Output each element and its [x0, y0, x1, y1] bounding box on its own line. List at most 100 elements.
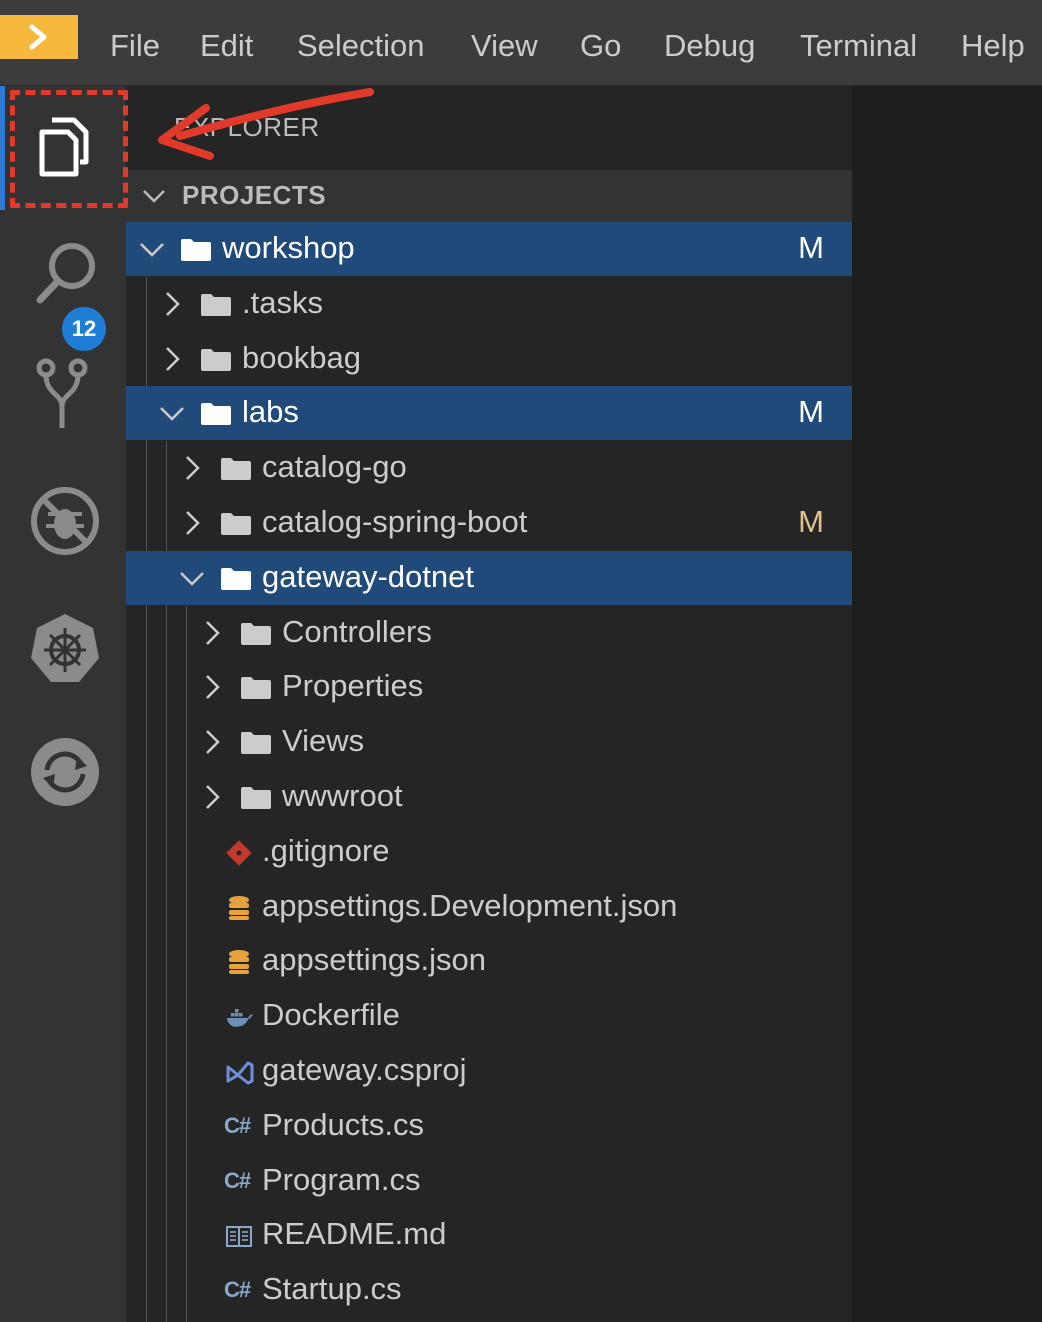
tree-item-label: .gitignore — [262, 832, 390, 868]
tree-item-label: Properties — [282, 668, 424, 704]
menu-selection[interactable]: Selection — [297, 24, 425, 68]
chevron-right-icon[interactable] — [160, 346, 184, 372]
activity-source-control[interactable] — [0, 346, 126, 456]
tree-file-row[interactable]: README.md — [126, 1208, 852, 1262]
csharp-icon: C# — [224, 1112, 251, 1138]
tree-file-row[interactable]: C# Startup.cs — [126, 1263, 852, 1317]
tree-folder-row[interactable]: bookbag — [126, 332, 852, 386]
chevron-down-icon — [143, 190, 165, 203]
git-icon — [226, 840, 252, 866]
tree-folder-row[interactable]: Properties — [126, 660, 852, 714]
chevron-right-icon[interactable] — [160, 291, 184, 317]
tree-file-row[interactable]: C# Products.cs — [126, 1099, 852, 1153]
tree-folder-row[interactable]: catalog-spring-boot M — [126, 496, 852, 550]
activity-search[interactable] — [0, 218, 126, 328]
kubernetes-icon — [31, 614, 99, 682]
tree-folder-row[interactable]: gateway-dotnet — [126, 550, 852, 605]
chevron-right-icon[interactable] — [200, 784, 224, 810]
tree-folder-row[interactable]: workshop M — [126, 222, 852, 276]
explorer-sidebar: EXPLORER PROJECTS workshop M .tasks bookbag… — [126, 86, 852, 1322]
folder-icon — [221, 567, 251, 590]
folder-icon — [241, 732, 271, 755]
tree-item-label: gateway.csproj — [262, 1052, 467, 1087]
section-title: PROJECTS — [182, 180, 327, 210]
git-modified-badge: M — [798, 230, 824, 265]
source-control-badge: 12 — [62, 307, 106, 351]
activity-explorer[interactable] — [0, 94, 126, 204]
tree-item-label: README.md — [262, 1216, 447, 1252]
menu-debug[interactable]: Debug — [664, 24, 755, 68]
folder-icon — [181, 239, 211, 261]
chevron-right-icon[interactable] — [180, 455, 204, 481]
menu-view[interactable]: View — [471, 24, 538, 68]
tree-file-row[interactable]: appsettings.json — [126, 934, 852, 988]
tree-item-label: gateway-dotnet — [262, 558, 474, 594]
tree-item-label: workshop — [222, 230, 355, 265]
tree-item-label: Controllers — [282, 613, 432, 649]
menu-help[interactable]: Help — [961, 24, 1025, 68]
git-modified-badge: M — [798, 394, 824, 430]
editor-area — [852, 86, 1042, 1322]
chevron-right-icon[interactable] — [180, 510, 204, 536]
tree-folder-row[interactable]: Controllers — [126, 606, 852, 660]
tree-file-row[interactable]: C# Program.cs — [126, 1154, 852, 1208]
search-icon — [36, 243, 95, 304]
app-logo[interactable] — [0, 15, 78, 59]
chevron-right-icon[interactable] — [200, 674, 224, 700]
docker-icon — [227, 1009, 253, 1027]
tree-item-label: catalog-go — [262, 449, 407, 485]
tree-folder-row[interactable]: wwwroot — [126, 770, 852, 824]
csharp-icon: C# — [224, 1167, 251, 1193]
tree-file-row[interactable]: appsettings.Development.json — [126, 880, 852, 934]
tree-item-label: Views — [282, 723, 365, 759]
tree-item-label: Startup.cs — [262, 1271, 402, 1307]
folder-icon — [201, 348, 231, 371]
menu-file[interactable]: File — [110, 24, 160, 68]
tree-item-label: labs — [242, 394, 299, 430]
source-control-icon — [36, 358, 88, 428]
folder-icon — [201, 403, 231, 426]
tree-item-label: Products.cs — [262, 1106, 424, 1142]
activity-debug[interactable] — [0, 466, 126, 576]
tree-file-row[interactable]: gateway.csproj — [126, 1044, 852, 1098]
tree-folder-row[interactable]: Views — [126, 715, 852, 769]
tree-item-label: appsettings.json — [262, 942, 487, 978]
chevron-down-icon[interactable] — [160, 400, 184, 426]
json-database-icon — [229, 895, 249, 920]
tree-file-row[interactable]: Dockerfile — [126, 989, 852, 1043]
chevron-right-icon — [29, 24, 47, 50]
explorer-title: EXPLORER — [174, 112, 320, 142]
tree-folder-row[interactable]: labs M — [126, 386, 852, 441]
debug-disabled-icon — [31, 487, 99, 555]
chevron-down-icon[interactable] — [180, 565, 204, 591]
tree-item-label: Dockerfile — [262, 997, 400, 1033]
tree-folder-row[interactable]: catalog-go — [126, 441, 852, 495]
chevron-down-icon[interactable] — [140, 236, 164, 262]
folder-icon — [201, 293, 231, 316]
projects-section-header[interactable]: PROJECTS — [126, 170, 852, 222]
menu-go[interactable]: Go — [580, 24, 621, 68]
folder-icon — [241, 787, 271, 809]
json-database-icon — [229, 950, 249, 975]
tree-file-row[interactable]: .gitignore — [126, 825, 852, 879]
menu-edit[interactable]: Edit — [200, 24, 253, 68]
tree-folder-row[interactable]: .tasks — [126, 277, 852, 331]
csharp-icon: C# — [224, 1277, 251, 1303]
readme-book-icon — [226, 1226, 252, 1248]
menu-terminal[interactable]: Terminal — [800, 24, 917, 68]
activity-kubernetes[interactable] — [0, 594, 126, 704]
git-modified-badge: M — [798, 504, 824, 539]
tree-item-label: wwwroot — [282, 778, 403, 813]
folder-icon — [241, 677, 271, 700]
tree-item-label: appsettings.Development.json — [262, 887, 678, 923]
tree-item-label: catalog-spring-boot — [262, 504, 528, 539]
visual-studio-icon — [226, 1061, 254, 1085]
folder-icon — [221, 513, 251, 535]
chevron-right-icon[interactable] — [200, 729, 224, 755]
activity-sync[interactable] — [0, 716, 126, 826]
tree-item-label: Program.cs — [262, 1161, 421, 1197]
tree-item-label: .tasks — [242, 284, 323, 320]
folder-icon — [241, 622, 271, 645]
menu-bar: File Edit Selection View Go Debug Termin… — [0, 0, 1042, 86]
chevron-right-icon[interactable] — [200, 620, 224, 646]
